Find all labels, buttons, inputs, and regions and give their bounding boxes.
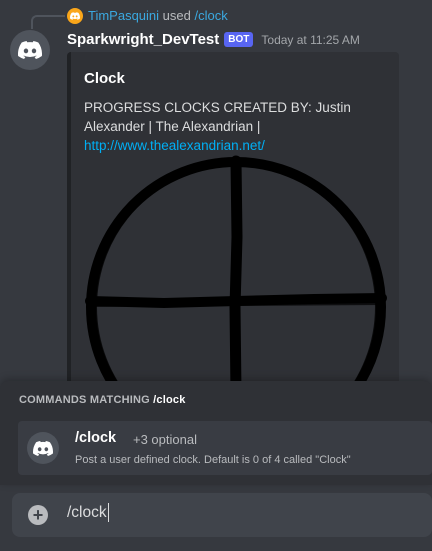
message-input-field[interactable]: /clock [67, 503, 109, 522]
message-input-value: /clock [67, 503, 107, 521]
reply-used-label: used [162, 8, 191, 23]
reply-username[interactable]: TimPasquini [88, 8, 159, 23]
reply-text: TimPasquini used /clock [88, 8, 228, 23]
command-optional-count: +3 optional [133, 432, 197, 447]
text-caret [107, 503, 109, 522]
message-timestamp: Today at 11:25 AM [261, 32, 360, 47]
autocomplete-header-label: Commands matching [19, 394, 150, 406]
discord-logo-icon [18, 41, 42, 59]
embed-title: Clock [84, 70, 125, 87]
command-autocomplete: Commands matching /clock /clock +3 optio… [0, 381, 432, 485]
bot-avatar[interactable] [10, 30, 50, 70]
command-app-icon [27, 432, 59, 464]
plus-icon[interactable]: + [28, 505, 48, 525]
autocomplete-header: Commands matching /clock [19, 394, 186, 406]
reply-command[interactable]: /clock [195, 8, 228, 23]
discord-logo-icon [70, 12, 80, 20]
author-name[interactable]: Sparkwright_DevTest [67, 31, 219, 48]
message-embed: Clock PROGRESS CLOCKS CREATED BY: Justin… [67, 52, 399, 392]
command-description: Post a user defined clock. Default is 0 … [75, 454, 351, 466]
discord-logo-icon [33, 440, 53, 456]
reply-avatar[interactable] [67, 8, 83, 24]
command-option-clock[interactable]: /clock +3 optional Post a user defined c… [18, 421, 432, 475]
bot-tag: BOT [224, 32, 254, 47]
message-header: Sparkwright_DevTest BOT Today at 11:25 A… [67, 31, 360, 48]
embed-description-text: PROGRESS CLOCKS CREATED BY: Justin Alexa… [84, 100, 351, 134]
autocomplete-query: /clock [153, 394, 186, 406]
command-name: /clock [75, 430, 117, 446]
message-input[interactable]: + /clock [12, 493, 432, 537]
progress-clock-image[interactable] [84, 147, 388, 392]
reply-connector [31, 15, 65, 29]
